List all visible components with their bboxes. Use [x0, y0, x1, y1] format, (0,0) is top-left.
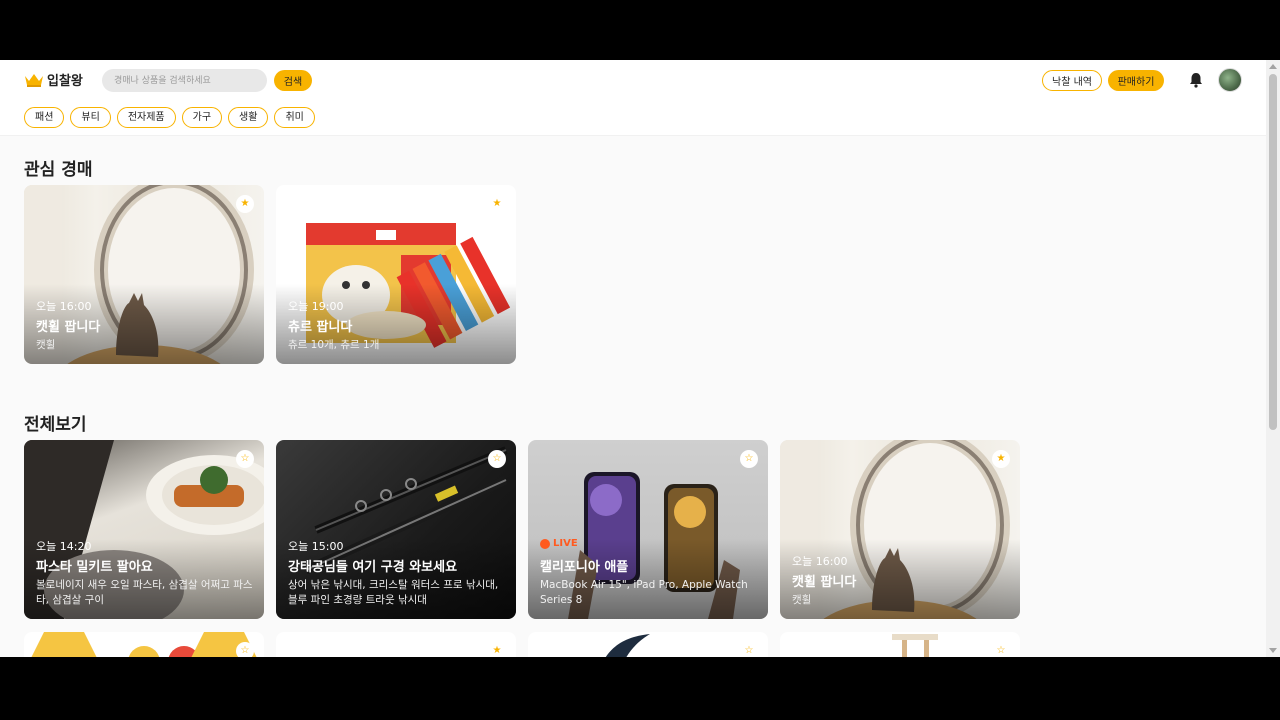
scroll-down-arrow-icon[interactable] — [1269, 648, 1277, 653]
card-title: 캣휠 팝니다 — [36, 320, 101, 335]
star-icon[interactable]: ★ — [992, 450, 1010, 468]
card-image — [24, 632, 264, 657]
auction-card[interactable]: ★ 오늘 16:00 캣휠 팝니다 캣휠 — [24, 185, 264, 364]
star-icon[interactable]: ☆ — [236, 642, 254, 657]
favorites-section-title: 관심 경매 — [24, 160, 93, 180]
card-time: 오늘 14:20 — [36, 540, 92, 553]
page-content: 입찰왕 검색 낙찰 내역 판매하기 패션 뷰티 전자제품 가구 생활 취미 관심… — [0, 60, 1266, 657]
category-bar: 패션 뷰티 전자제품 가구 생활 취미 — [24, 107, 315, 128]
top-header: 입찰왕 검색 낙찰 내역 판매하기 — [0, 60, 1266, 100]
card-time: 오늘 15:00 — [288, 540, 344, 553]
card-title: 파스타 밀키트 팔아요 — [36, 560, 153, 575]
card-image — [276, 632, 516, 657]
star-icon[interactable]: ☆ — [992, 642, 1010, 657]
card-time: 오늘 16:00 — [792, 555, 848, 568]
category-furniture[interactable]: 가구 — [181, 107, 223, 128]
auction-card[interactable]: ☆ — [528, 632, 768, 657]
crown-icon — [25, 73, 43, 87]
all-section-title: 전체보기 — [24, 415, 87, 435]
bell-icon[interactable] — [1189, 72, 1203, 88]
card-title: 캘리포니아 애플 — [540, 560, 629, 575]
category-electronics[interactable]: 전자제품 — [116, 107, 176, 128]
auction-card[interactable]: ☆ LIVE 캘리포니아 애플 MacBook Air 15", iPad Pr… — [528, 440, 768, 619]
star-icon[interactable]: ★ — [488, 642, 506, 657]
star-icon[interactable]: ★ — [488, 195, 506, 213]
card-title: 츄르 팝니다 — [288, 320, 353, 335]
card-description: 볼로네이지 새우 오일 파스타, 삼겹살 어쩌고 파스타, 삼겹살 구이 — [36, 579, 253, 606]
star-icon[interactable]: ☆ — [740, 642, 758, 657]
category-beauty[interactable]: 뷰티 — [70, 107, 111, 128]
live-dot-icon — [540, 538, 550, 549]
vertical-scrollbar[interactable] — [1266, 60, 1280, 657]
logo[interactable]: 입찰왕 — [24, 70, 83, 89]
bid-history-button[interactable]: 낙찰 내역 — [1042, 70, 1102, 91]
auction-card[interactable]: ☆ 오늘 15:00 강태공님들 여기 구경 와보세요 상어 낚은 낚시대, 크… — [276, 440, 516, 619]
category-hobby[interactable]: 취미 — [274, 107, 315, 128]
card-image — [528, 632, 768, 657]
category-fashion[interactable]: 패션 — [24, 107, 65, 128]
auction-card[interactable]: ☆ — [24, 632, 264, 657]
card-title: 강태공님들 여기 구경 와보세요 — [288, 560, 458, 575]
scroll-up-arrow-icon[interactable] — [1269, 64, 1277, 69]
card-description: 상어 낚은 낚시대, 크리스탈 워터스 프로 낚시대, 블루 파인 초경량 트라… — [288, 579, 499, 606]
star-icon[interactable]: ☆ — [488, 450, 506, 468]
browser-viewport: 입찰왕 검색 낙찰 내역 판매하기 패션 뷰티 전자제품 가구 생활 취미 관심… — [0, 60, 1280, 657]
card-image — [780, 632, 1020, 657]
card-description: 캣휠 — [36, 339, 56, 351]
search-input[interactable] — [102, 69, 267, 92]
avatar[interactable] — [1218, 68, 1242, 92]
card-description: 캣휠 — [792, 594, 812, 606]
card-image-partial — [31, 632, 257, 657]
card-time: 오늘 19:00 — [288, 300, 344, 313]
scrollbar-thumb[interactable] — [1269, 74, 1277, 430]
auction-card[interactable]: ★ 오늘 16:00 캣휠 팝니다 캣휠 — [780, 440, 1020, 619]
auction-card[interactable]: ☆ 오늘 14:20 파스타 밀키트 팔아요 볼로네이지 새우 오일 파스타, … — [24, 440, 264, 619]
logo-text: 입찰왕 — [47, 74, 83, 89]
auction-card[interactable]: ★ 오늘 19:00 츄르 팝니다 츄르 10개, 츄르 1개 — [276, 185, 516, 364]
divider — [0, 135, 1266, 136]
category-living[interactable]: 생활 — [228, 107, 269, 128]
card-description: 츄르 10개, 츄르 1개 — [288, 339, 380, 351]
search-button[interactable]: 검색 — [274, 70, 312, 91]
card-image-partial — [605, 634, 650, 657]
card-image-partial — [892, 634, 938, 657]
sell-button[interactable]: 판매하기 — [1108, 70, 1164, 91]
live-badge: LIVE — [540, 538, 578, 549]
star-icon[interactable]: ☆ — [236, 450, 254, 468]
card-description: MacBook Air 15", iPad Pro, Apple Watch S… — [540, 579, 748, 606]
star-icon[interactable]: ☆ — [740, 450, 758, 468]
card-title: 캣휠 팝니다 — [792, 575, 857, 590]
live-label: LIVE — [553, 538, 578, 549]
auction-card[interactable]: ☆ — [780, 632, 1020, 657]
star-icon[interactable]: ★ — [236, 195, 254, 213]
card-time: 오늘 16:00 — [36, 300, 92, 313]
auction-card[interactable]: ★ — [276, 632, 516, 657]
